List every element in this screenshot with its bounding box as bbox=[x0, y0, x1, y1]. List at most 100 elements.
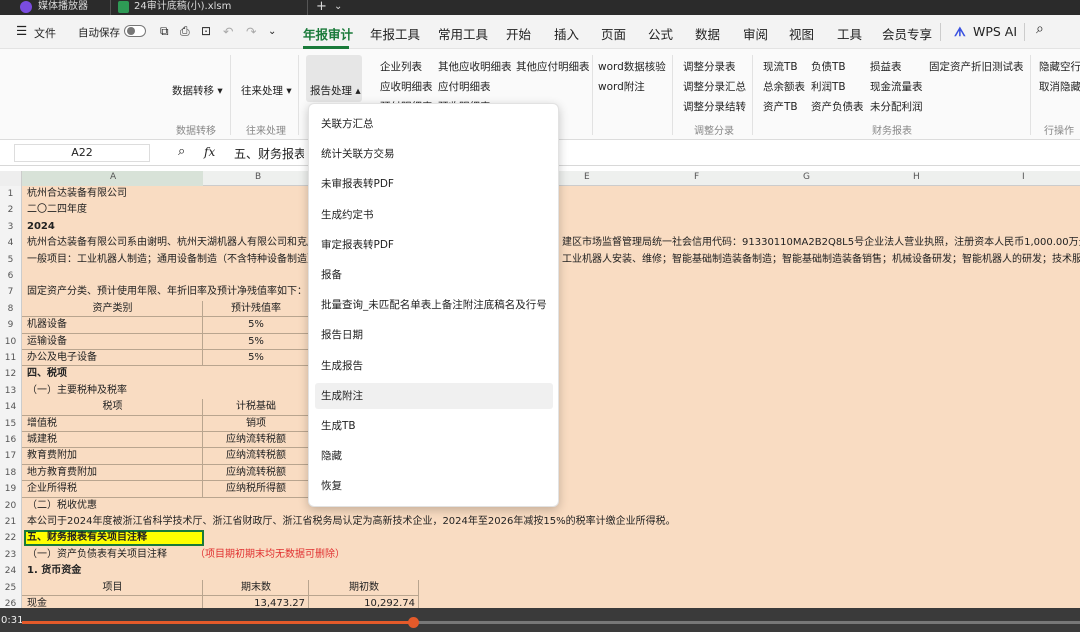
undistributed-profit-button[interactable]: 未分配利润 bbox=[870, 99, 923, 114]
income-statement-button[interactable]: 损益表 bbox=[870, 59, 902, 74]
asset-tb-button[interactable]: 资产TB bbox=[763, 99, 798, 114]
cell-b[interactable]: 计税基础 bbox=[203, 399, 309, 415]
liability-tb-button[interactable]: 负债TB bbox=[811, 59, 846, 74]
cell-a[interactable]: 税项 bbox=[22, 399, 203, 415]
receivable-detail-button[interactable]: 应收明细表 bbox=[380, 79, 433, 94]
row-number[interactable]: 9 bbox=[0, 317, 22, 334]
tab-wps-ai[interactable]: WPS AI bbox=[973, 24, 1017, 39]
dropdown-item[interactable]: 审定报表转PDF bbox=[315, 232, 553, 258]
row-number[interactable]: 25 bbox=[0, 579, 22, 596]
row-number[interactable]: 26 bbox=[0, 596, 22, 608]
other-receivable-button[interactable]: 其他应收明细表 bbox=[438, 59, 512, 74]
data-convert-button[interactable]: 数据转移 ▾ bbox=[172, 83, 223, 98]
dropdown-item[interactable]: 关联方汇总 bbox=[315, 111, 553, 137]
row-number[interactable]: 11 bbox=[0, 350, 22, 367]
file-menu[interactable]: 文件 bbox=[34, 25, 56, 41]
dropdown-item[interactable]: 生成报告 bbox=[315, 353, 553, 379]
cell-a[interactable]: 资产类别 bbox=[22, 301, 203, 317]
cell-a[interactable]: 二〇二四年度 bbox=[27, 202, 87, 218]
more-chevron-icon[interactable]: ⌄ bbox=[268, 26, 276, 37]
adjust-entry-carry-button[interactable]: 调整分录结转 bbox=[683, 99, 746, 114]
fixed-asset-depreciation-button[interactable]: 固定资产折旧测试表 bbox=[929, 59, 1024, 74]
row-number[interactable]: 15 bbox=[0, 415, 22, 432]
row-number[interactable]: 23 bbox=[0, 546, 22, 564]
cell-c[interactable]: 10,292.74 bbox=[309, 596, 419, 608]
tab-formula[interactable]: 公式 bbox=[648, 24, 673, 43]
dropdown-item[interactable]: 批量查询_未匹配名单表上备注附注底稿名及行号 bbox=[315, 292, 553, 318]
adjust-entry-table-button[interactable]: 调整分录表 bbox=[683, 59, 736, 74]
progress-knob[interactable] bbox=[408, 617, 420, 628]
row-number[interactable]: 1 bbox=[0, 186, 22, 203]
row-number[interactable]: 14 bbox=[0, 399, 22, 416]
column-header-b[interactable]: B bbox=[255, 172, 261, 182]
tab-annual-tools[interactable]: 年报工具 bbox=[370, 24, 420, 43]
cell-c[interactable]: 期初数 bbox=[309, 580, 419, 596]
row-number[interactable]: 21 bbox=[0, 514, 22, 531]
tab-annual-audit[interactable]: 年报审计 bbox=[303, 24, 353, 43]
row-number[interactable]: 7 bbox=[0, 284, 22, 301]
tab-tools[interactable]: 工具 bbox=[837, 24, 862, 43]
cell-a[interactable]: 地方教育费附加 bbox=[27, 465, 97, 481]
dropdown-item[interactable]: 报备 bbox=[315, 262, 553, 288]
row-number[interactable]: 24 bbox=[0, 563, 22, 580]
row-number[interactable]: 16 bbox=[0, 432, 22, 449]
dropdown-item[interactable]: 生成TB bbox=[315, 413, 553, 439]
tab-home[interactable]: 开始 bbox=[506, 24, 531, 43]
dropdown-item[interactable]: 报告日期 bbox=[315, 322, 553, 348]
tab-review[interactable]: 审阅 bbox=[743, 24, 768, 43]
name-box[interactable]: A22 bbox=[14, 144, 150, 162]
zoom-icon[interactable]: ⌕ bbox=[178, 144, 185, 159]
tab-member[interactable]: 会员专享 bbox=[882, 24, 932, 43]
row-number[interactable]: 8 bbox=[0, 300, 22, 318]
hide-empty-rows-button[interactable]: 隐藏空行 bbox=[1039, 59, 1080, 74]
cell-a[interactable]: 运输设备 bbox=[27, 334, 67, 350]
row-number[interactable]: 2 bbox=[0, 202, 22, 219]
dropdown-item[interactable]: 统计关联方交易 bbox=[315, 141, 553, 167]
column-header-f[interactable]: F bbox=[694, 172, 699, 182]
cell-a[interactable]: 2024 bbox=[27, 219, 55, 235]
word-data-verify-button[interactable]: word数据核验 bbox=[598, 59, 666, 74]
cell-b[interactable]: 13,473.27 bbox=[203, 596, 309, 608]
cell-b[interactable]: 期末数 bbox=[203, 580, 309, 596]
cell-a[interactable]: 四、税项 bbox=[27, 366, 67, 382]
column-header-e[interactable]: E bbox=[584, 172, 590, 182]
cell-a[interactable]: 本公司于2024年度被浙江省科学技术厅、浙江省财政厅、浙江省税务局认定为高新技术… bbox=[27, 514, 676, 530]
row-number[interactable]: 5 bbox=[0, 251, 22, 268]
row-number[interactable]: 18 bbox=[0, 464, 22, 482]
cell-a[interactable]: （一）主要税种及税率 bbox=[27, 383, 127, 399]
cell-a[interactable]: 机器设备 bbox=[27, 317, 67, 333]
column-header-i[interactable]: I bbox=[1022, 172, 1025, 182]
cell-b[interactable]: 应纳流转税额 bbox=[203, 432, 309, 448]
file-tab[interactable]: 24审计底稿(小).xlsm bbox=[134, 0, 231, 15]
current-process-button[interactable]: 往来处理 ▾ bbox=[241, 83, 292, 98]
cell-a[interactable]: 一般项目：工业机器人制造；通用设备制造（不含特种设备制造）；机械 bbox=[27, 252, 342, 268]
dropdown-item[interactable]: 未审报表转PDF bbox=[315, 171, 553, 197]
adjust-entry-summary-button[interactable]: 调整分录汇总 bbox=[683, 79, 746, 94]
dropdown-item[interactable]: 恢复 bbox=[315, 473, 553, 499]
balance-sheet-button[interactable]: 资产负债表 bbox=[811, 99, 864, 114]
tab-insert[interactable]: 插入 bbox=[554, 24, 579, 43]
cell-b[interactable]: 预计残值率 bbox=[203, 301, 309, 317]
cell-a[interactable]: 项目 bbox=[22, 580, 203, 596]
chevron-down-icon[interactable]: ⌄ bbox=[334, 0, 342, 15]
profit-tb-button[interactable]: 利润TB bbox=[811, 79, 846, 94]
print-preview-icon[interactable]: ⊡ bbox=[201, 24, 211, 38]
copy-icon[interactable]: ⧉ bbox=[160, 24, 169, 39]
print-icon[interactable]: ⎙ bbox=[180, 24, 190, 39]
cashflow-tb-button[interactable]: 现流TB bbox=[763, 59, 798, 74]
row-number[interactable]: 22 bbox=[0, 530, 22, 547]
dropdown-item[interactable]: 生成约定书 bbox=[315, 202, 553, 228]
cell-b[interactable]: 应纳流转税额 bbox=[203, 448, 309, 464]
cell-a[interactable]: 固定资产分类、预计使用年限、年折旧率及预计净残值率如下： bbox=[27, 284, 307, 300]
tab-common-tools[interactable]: 常用工具 bbox=[438, 24, 488, 43]
payable-detail-button[interactable]: 应付明细表 bbox=[438, 79, 491, 94]
column-header-a[interactable]: A bbox=[110, 172, 116, 182]
cell-b[interactable]: 5% bbox=[203, 334, 309, 350]
other-payable-button[interactable]: 其他应付明细表 bbox=[516, 59, 590, 74]
column-header-h[interactable]: H bbox=[913, 172, 920, 182]
cashflow-statement-button[interactable]: 现金流量表 bbox=[870, 79, 923, 94]
word-notes-button[interactable]: word附注 bbox=[598, 79, 645, 94]
dropdown-item[interactable]: 生成附注 bbox=[315, 382, 553, 409]
cell-a[interactable]: 杭州合达装备有限公司系由谢明、杭州天湖机器人有限公司和克庆黄 bbox=[27, 235, 327, 251]
cell-a[interactable]: 增值税 bbox=[27, 416, 57, 432]
